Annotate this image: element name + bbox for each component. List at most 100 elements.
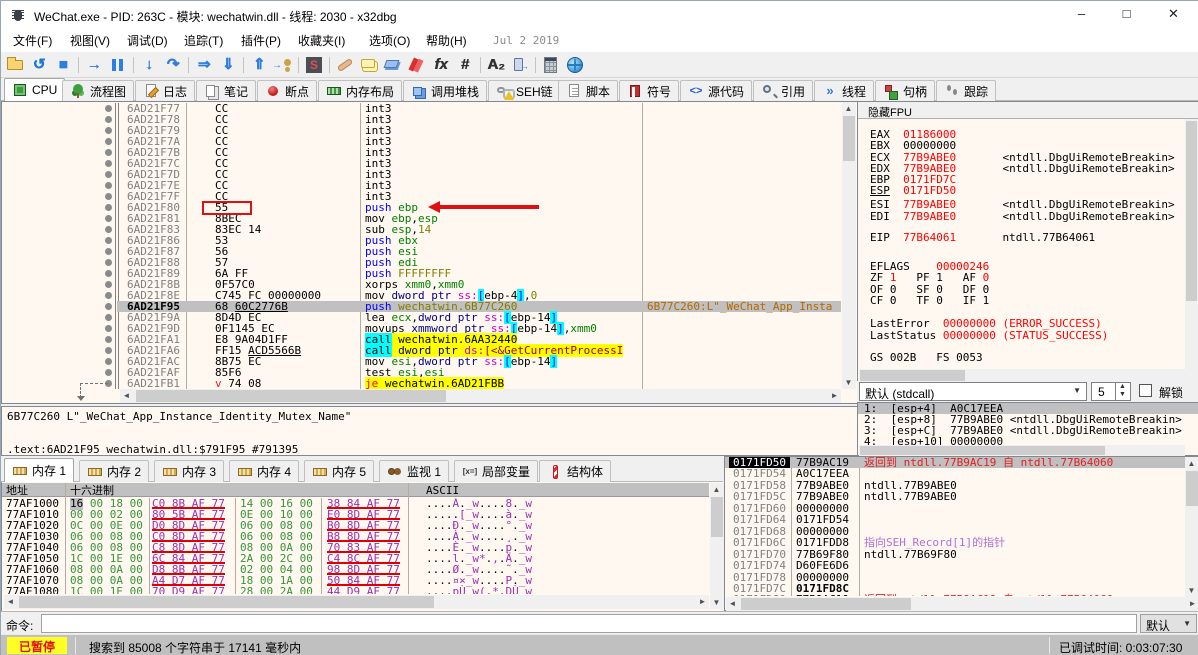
comment-icon[interactable] (358, 55, 380, 75)
register-line[interactable]: CF 0 TF 0 IF 1 (870, 295, 989, 306)
step-out-icon[interactable]: ⇓ (217, 55, 239, 75)
tab-watch1[interactable]: 监视 1 (379, 460, 450, 482)
register-line[interactable]: EDI 77B9ABE0 <ntdll.DbgUiRemoteBreakin> (870, 211, 1175, 222)
tab-struct[interactable]: 结构体 (539, 460, 612, 482)
breakpoint-dot[interactable] (105, 226, 112, 233)
function-icon[interactable]: fx (430, 55, 452, 75)
register-line[interactable]: EIP 77B64061 ntdll.77B64061 (870, 232, 1095, 243)
breakpoint-dot[interactable] (105, 369, 112, 376)
args-hscrollbar[interactable] (859, 445, 1185, 456)
breakpoint-dot[interactable] (105, 160, 112, 167)
stack-row[interactable]: 0171FD60 00000000 (725, 503, 1185, 514)
tab-dump2[interactable]: 内存 2 (79, 460, 150, 482)
menu-debug[interactable]: 调试(D) (127, 32, 168, 49)
tab-dump5[interactable]: 内存 5 (304, 460, 375, 482)
attach-icon[interactable] (272, 55, 294, 75)
menu-plugins[interactable]: 插件(P) (241, 32, 281, 49)
patch-icon[interactable] (334, 55, 356, 75)
stack-row[interactable]: 0171FD58 77B9ABE0 ntdll.77B9ABE0 (725, 480, 1185, 491)
register-line[interactable]: GS 002B FS 0053 (870, 352, 983, 363)
hex-dump-pane[interactable]: 地址 十六进制 ASCII 77AF1000 16 00 18 00 C0 8B A… (1, 482, 724, 611)
tab-notes[interactable]: 笔记 (196, 80, 257, 101)
menu-help[interactable]: 帮助(H) (426, 32, 467, 49)
arguments-pane[interactable]: 1: [esp+4] A0C17EEA 2: [esp+8] 77B9ABE0 <… (857, 402, 1198, 456)
args-count-spinner[interactable]: 5 ▲ ▼ (1091, 382, 1131, 401)
tab-dump3[interactable]: 内存 3 (154, 460, 225, 482)
pause-icon[interactable] (107, 55, 129, 75)
command-mode-select[interactable]: 默认 ▼ (1140, 614, 1197, 633)
step-over-icon[interactable]: ↷ (162, 55, 184, 75)
tab-memory-map[interactable]: 内存布局 (318, 80, 403, 101)
stack-row[interactable]: 0171FD5C 77B9ABE0 ntdll.77B9ABE0 (725, 491, 1185, 502)
step-into-icon[interactable]: ↓ (138, 55, 160, 75)
tab-cpu[interactable]: CPU (4, 78, 66, 101)
ordinal-icon[interactable]: # (454, 55, 476, 75)
tab-log[interactable]: 日志 (135, 80, 196, 101)
run-to-user-code-icon[interactable]: ⇒ (193, 55, 215, 75)
stop-icon[interactable]: ■ (52, 55, 74, 75)
stack-row[interactable]: 0171FD54 A0C17EEA (725, 468, 1185, 479)
breakpoint-dot[interactable] (105, 116, 112, 123)
breakpoint-dot[interactable] (105, 248, 112, 255)
maximize-button[interactable]: □ (1104, 1, 1149, 27)
tab-dump4[interactable]: 内存 4 (229, 460, 300, 482)
hide-fpu-button[interactable]: 隐藏FPU (858, 102, 1198, 119)
register-line[interactable]: ESP 0171FD50 (870, 185, 956, 196)
disasm-row[interactable]: 6AD21FB1 v 74 08 je wechatwin.6AD21FBB (2, 377, 841, 390)
register-line[interactable]: LastError 00000000 (ERROR_SUCCESS) (870, 318, 1102, 329)
strings-icon[interactable]: S (303, 55, 325, 75)
unlock-checkbox[interactable] (1139, 384, 1152, 397)
breakpoint-dot[interactable] (105, 325, 112, 332)
breakpoint-dot[interactable] (105, 138, 112, 145)
breakpoint-dot[interactable] (105, 182, 112, 189)
tab-script[interactable]: 脚本 (558, 80, 619, 101)
tab-call-stack[interactable]: 调用堆栈 (403, 80, 488, 101)
tab-graph[interactable]: 流程图 (62, 80, 135, 101)
breakpoint-dot[interactable] (105, 270, 112, 277)
breakpoint-dot[interactable] (105, 336, 112, 343)
breakpoint-dot[interactable] (105, 281, 112, 288)
breakpoint-dot[interactable] (105, 259, 112, 266)
stack-pane[interactable]: 0171FD50 77B9AC19 返回到 ntdll.77B9AC19 自 ntd… (724, 456, 1198, 611)
menu-file[interactable]: 文件(F) (13, 32, 52, 49)
stack-row[interactable]: 0171FD70 77B69F80 ntdll.77B69F80 (725, 549, 1185, 560)
registers-vscrollbar[interactable] (1185, 119, 1198, 382)
tab-symbols[interactable]: 符号 (619, 80, 680, 101)
restart-icon[interactable]: ↺ (28, 55, 50, 75)
stack-row[interactable]: 0171FD78 00000000 (725, 572, 1185, 583)
menu-trace[interactable]: 追踪(T) (184, 32, 223, 49)
stack-row[interactable]: 0171FD74 D60FE6D6 (725, 560, 1185, 571)
command-input[interactable] (41, 614, 1137, 633)
hex-hscrollbar[interactable]: ◄ ► (4, 595, 709, 609)
stack-row[interactable]: 0171FD80 77B9AC19 返回到 ntdll.77B9AC19 自 ntd… (725, 594, 1185, 596)
tab-dump1[interactable]: 内存 1 (4, 458, 75, 482)
hex-vscrollbar[interactable]: ▲ ▼ (710, 483, 724, 609)
stack-row[interactable]: 0171FD50 77B9AC19 返回到 ntdll.77B9AC19 自 ntd… (725, 457, 1185, 468)
breakpoint-dot[interactable] (105, 215, 112, 222)
calling-convention-select[interactable]: 默认 (stdcall) ▼ (859, 382, 1087, 401)
tab-seh[interactable]: SEH链 (488, 80, 561, 101)
stack-row[interactable]: 0171FD64 0171FD54 (725, 514, 1185, 525)
disasm-hscrollbar[interactable]: ◄ ► (120, 389, 841, 403)
register-line[interactable]: EBX 00000000 (870, 140, 956, 151)
registers-pane[interactable]: 隐藏FPU EAX 01186000 EBX 00000000 ECX 77B9AB… (857, 101, 1198, 401)
breakpoint-dot[interactable] (105, 127, 112, 134)
run-icon[interactable]: → (83, 55, 105, 75)
breakpoint-dot[interactable] (105, 303, 112, 310)
register-line[interactable]: LastStatus 00000000 (STATUS_SUCCESS) (870, 330, 1108, 341)
minimize-button[interactable]: – (1059, 1, 1104, 27)
tab-source[interactable]: <> 源代码 (680, 80, 753, 101)
breakpoint-dot[interactable] (105, 204, 112, 211)
stack-row[interactable]: 0171FD7C 0171FD8C (725, 583, 1185, 594)
menu-options[interactable]: 选项(O) (369, 32, 410, 49)
calculator-icon[interactable] (540, 55, 562, 75)
tab-breakpoints[interactable]: 断点 (257, 80, 318, 101)
device-icon[interactable] (509, 55, 531, 75)
breakpoint-dot[interactable] (105, 358, 112, 365)
breakpoint-dot[interactable] (105, 193, 112, 200)
internet-icon[interactable] (564, 55, 586, 75)
hex-row[interactable]: 77AF1080 1C 00 1E 00 70 D9 AF 77 28 00 2A 0… (2, 586, 709, 594)
bookmark-icon[interactable] (406, 55, 428, 75)
open-file-icon[interactable] (4, 55, 26, 75)
stack-vscrollbar[interactable]: ▲ ▼ (1185, 457, 1198, 597)
